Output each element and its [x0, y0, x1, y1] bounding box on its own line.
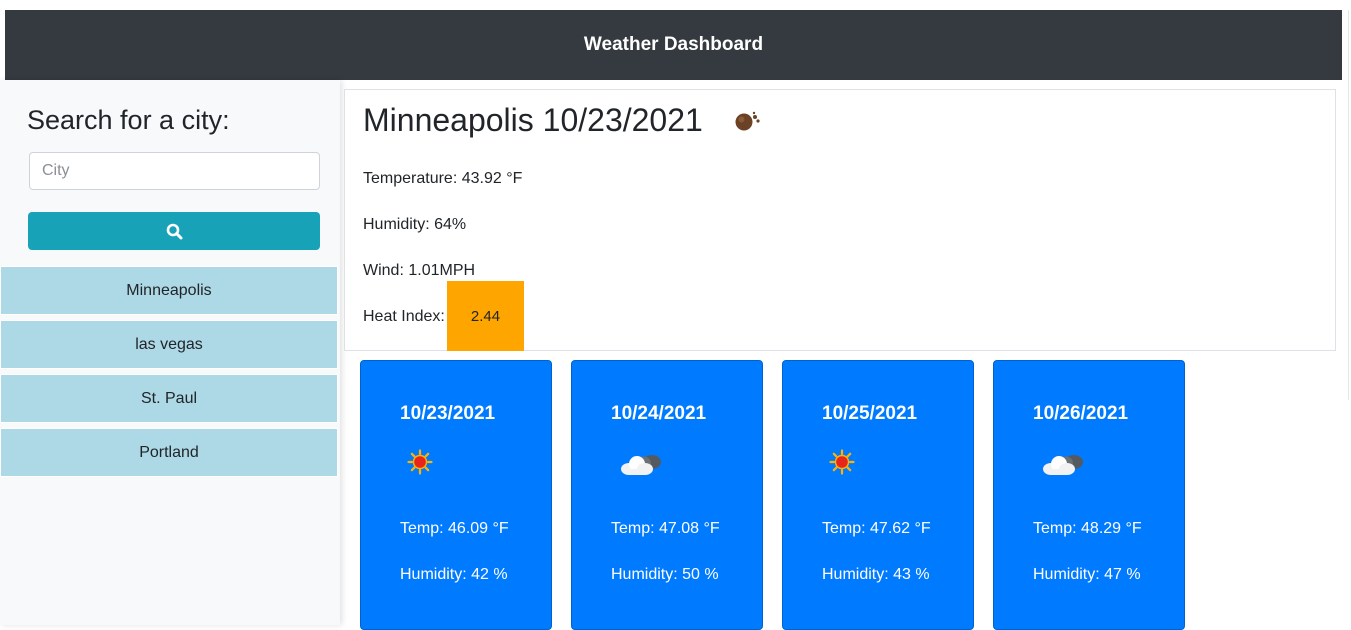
- forecast-humidity: Humidity: 43 %: [822, 566, 930, 583]
- top-strip: [0, 0, 1351, 10]
- search-heading: Search for a city:: [27, 105, 230, 135]
- current-temperature: Temperature: 43.92 °F: [363, 170, 523, 187]
- history-item-label: Minneapolis: [126, 281, 212, 299]
- heat-index-badge: 2.44: [447, 281, 524, 351]
- forecast-card: 10/26/2021 Temp: 48.29 °F Humidity: 47 %: [993, 360, 1185, 630]
- history-item-las-vegas[interactable]: las vegas: [0, 320, 338, 369]
- forecast-temp: Temp: 48.29 °F: [1033, 520, 1142, 537]
- forecast-humidity: Humidity: 47 %: [1033, 566, 1141, 583]
- current-humidity: Humidity: 64%: [363, 216, 467, 233]
- heat-index-label: Heat Index:: [363, 308, 445, 325]
- history-item-label: St. Paul: [140, 389, 198, 407]
- city-search-input[interactable]: [29, 152, 320, 190]
- forecast-date: 10/23/2021: [400, 403, 496, 424]
- scrollbar-track[interactable]: [1348, 10, 1349, 400]
- dust-icon: [731, 108, 765, 137]
- page-title: Weather Dashboard: [583, 34, 764, 55]
- cloud-icon: [620, 451, 664, 482]
- search-sidebar: Search for a city: Minneapolis las vegas…: [0, 80, 340, 625]
- search-icon: [166, 223, 182, 239]
- forecast-date: 10/24/2021: [611, 403, 707, 424]
- forecast-temp: Temp: 47.62 °F: [822, 520, 931, 537]
- forecast-date: 10/26/2021: [1033, 403, 1129, 424]
- cloud-icon: [1042, 451, 1086, 482]
- forecast-date: 10/25/2021: [822, 403, 918, 424]
- forecast-temp: Temp: 47.08 °F: [611, 520, 720, 537]
- history-item-minneapolis[interactable]: Minneapolis: [0, 266, 338, 315]
- forecast-card: 10/24/2021 Temp: 47.08 °F Humidity: 50 %: [571, 360, 763, 630]
- forecast-temp: Temp: 46.09 °F: [400, 520, 509, 537]
- forecast-card: 10/25/2021 Temp: 47.62 °F Humidity: 43 %: [782, 360, 974, 630]
- current-weather-card: Minneapolis 10/23/2021 Temperature: 43.9…: [344, 89, 1336, 351]
- history-item-label: las vegas: [135, 335, 203, 353]
- forecast-humidity: Humidity: 42 %: [400, 566, 508, 583]
- history-item-portland[interactable]: Portland: [0, 428, 338, 477]
- current-wind: Wind: 1.01MPH: [363, 262, 476, 279]
- heat-index-value: 2.44: [470, 307, 501, 325]
- navbar: Weather Dashboard: [5, 10, 1342, 80]
- sun-icon: [829, 449, 855, 480]
- history-item-label: Portland: [139, 443, 199, 461]
- history-item-st-paul[interactable]: St. Paul: [0, 374, 338, 423]
- forecast-card: 10/23/2021 Temp: 46.09 °F Humidity: 42 %: [360, 360, 552, 630]
- sun-icon: [407, 449, 433, 480]
- current-city-title: Minneapolis 10/23/2021: [363, 102, 703, 138]
- forecast-humidity: Humidity: 50 %: [611, 566, 719, 583]
- search-button[interactable]: [28, 212, 320, 250]
